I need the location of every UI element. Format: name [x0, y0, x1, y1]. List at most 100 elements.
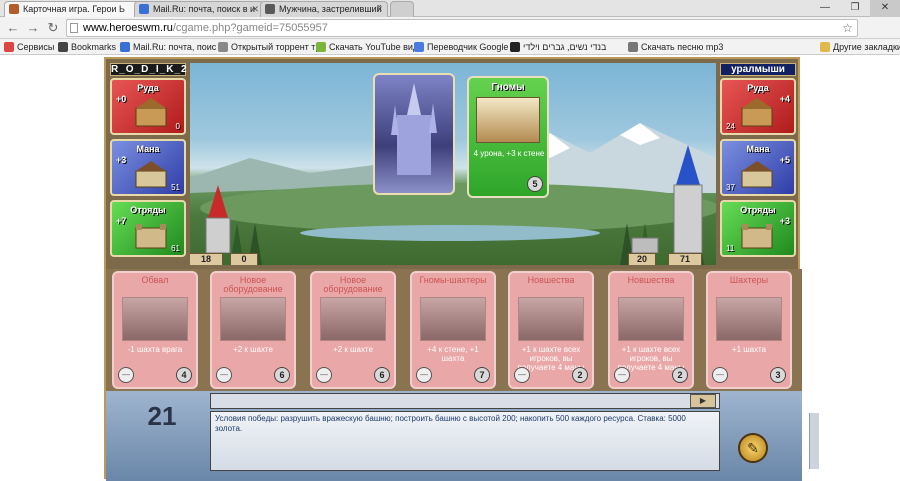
chat-input[interactable]	[210, 393, 720, 409]
resource-amount: 11	[726, 244, 735, 253]
url-field[interactable]: www.heroeswm.ru/cgame.php?gameid=7505595…	[66, 19, 858, 37]
bookmark-youtube[interactable]: Скачать YouTube вид	[316, 41, 418, 53]
reload-icon[interactable]: ↻	[44, 19, 62, 37]
bookmark-mailru[interactable]: Mail.Ru: почта, поис	[120, 41, 216, 53]
bookmark-bookmarks[interactable]: Bookmarks	[58, 41, 116, 53]
bookmark-hebrew[interactable]: בנדי נשים, גברים וילדי	[510, 41, 606, 53]
horse-icon	[9, 4, 19, 14]
battlefield-scene: Гномы 4 урона, +3 к стене 5 18 0 20 71	[190, 63, 716, 265]
discard-button[interactable]: —	[118, 367, 134, 383]
enemy-panel: уралмыши Руда +4 24 Мана +5 37 Отряды +3…	[718, 63, 798, 265]
back-icon[interactable]: ←	[4, 19, 22, 37]
resource-amount: 61	[171, 244, 180, 253]
enemy-name: уралмыши	[720, 63, 796, 76]
hand-card[interactable]: Новшества +1 к шахте всех игроков, вы по…	[508, 271, 594, 389]
discard-button[interactable]: —	[316, 367, 332, 383]
resource-production: +3	[779, 216, 790, 226]
victory-conditions-text: Условия победы: разрушить вражескую башн…	[215, 414, 686, 433]
bookmark-mp3[interactable]: Скачать песню mp3	[628, 41, 723, 53]
player-mana: Мана +3 51	[110, 139, 186, 196]
discard-button[interactable]: —	[416, 367, 432, 383]
help-button[interactable]: ✎	[738, 433, 768, 463]
resource-production: +3	[116, 155, 127, 165]
card-description: +4 к стене, +1 шахта	[427, 345, 479, 363]
magic-building-icon	[135, 161, 167, 188]
enemy-troops: Отряды +3 11	[720, 200, 796, 257]
card-art	[420, 297, 486, 341]
discard-button[interactable]: —	[614, 367, 630, 383]
restore-icon[interactable]: ❐	[840, 0, 870, 17]
player-name: R_O_D_I_K_2	[110, 63, 188, 76]
download-icon	[316, 42, 326, 52]
card-title: Гномы-шахтеры	[419, 275, 487, 285]
minimize-icon[interactable]: —	[810, 0, 840, 17]
bookmark-services[interactable]: Сервисы	[4, 41, 54, 53]
new-tab-button[interactable]	[390, 1, 414, 17]
hand-card[interactable]: Шахтеры +1 шахта — 3	[706, 271, 792, 389]
bookmark-label: Скачать песню mp3	[641, 42, 724, 52]
tab-news[interactable]: Мужчина, застреливший ✕	[260, 1, 388, 17]
hand-card[interactable]: Новое оборудование +2 к шахте — 6	[210, 271, 296, 389]
resource-amount: 37	[726, 183, 735, 192]
enemy-mana: Мана +5 37	[720, 139, 796, 196]
card-cost: 4	[176, 367, 192, 383]
tab-card-game[interactable]: Карточная игра. Герои Ь ✕	[4, 1, 146, 17]
resource-name: Руда	[137, 83, 159, 93]
close-tab-icon[interactable]: ✕	[375, 2, 383, 16]
card-title: Новшества	[527, 275, 575, 285]
discard-button[interactable]: —	[216, 367, 232, 383]
resource-production: +5	[779, 155, 790, 165]
star-icon	[58, 42, 68, 52]
bookmark-translate[interactable]: Переводчик Google	[414, 41, 508, 53]
discard-button[interactable]: —	[514, 367, 530, 383]
apps-icon	[4, 42, 14, 52]
log-scrollbar[interactable]	[809, 413, 819, 469]
folder-icon	[820, 42, 830, 52]
window-controls: — ❐ ✕	[810, 0, 900, 17]
barracks-building-icon	[135, 224, 167, 249]
card-art	[320, 297, 386, 341]
bookmark-star-icon[interactable]: ☆	[842, 20, 853, 36]
game-log: Условия победы: разрушить вражескую башн…	[210, 411, 819, 471]
send-arrow-button[interactable]: ▶	[690, 394, 716, 408]
url-host: www.heroeswm.ru	[83, 22, 173, 34]
player-panel: R_O_D_I_K_2 Руда +0 0 Мана +3 51 Отряды …	[108, 63, 188, 265]
discard-button[interactable]: —	[712, 367, 728, 383]
resource-name: Руда	[747, 83, 769, 93]
bottom-panel: 21 ▶ Условия победы: разрушить вражескую…	[106, 391, 819, 481]
hand-card[interactable]: Обвал -1 шахта врага — 4	[112, 271, 198, 389]
mine-building-icon	[741, 98, 773, 127]
address-toolbar: ← → ↻ www.heroeswm.ru/cgame.php?gameid=7…	[0, 17, 900, 52]
turn-counter: 21	[147, 401, 177, 431]
card-description: +2 к шахте	[333, 345, 373, 354]
card-cost: 2	[672, 367, 688, 383]
hand-card[interactable]: Новое оборудование +2 к шахте — 6	[310, 271, 396, 389]
bookmark-label: Mail.Ru: почта, поис	[133, 42, 217, 52]
bookmark-label: Скачать YouTube вид	[329, 42, 419, 52]
game-board: Гномы 4 урона, +3 к стене 5 18 0 20 71 R…	[104, 57, 819, 481]
card-description: +1 шахта	[731, 345, 767, 354]
card-cost: 3	[770, 367, 786, 383]
resource-name: Отряды	[130, 205, 166, 215]
resource-name: Отряды	[740, 205, 776, 215]
card-art	[618, 297, 684, 341]
bookmark-torrent[interactable]: Открытый торрент тр	[218, 41, 320, 53]
tab-title: Карточная игра. Герои Ь	[23, 4, 125, 14]
forward-icon[interactable]: →	[24, 19, 42, 37]
card-art	[518, 297, 584, 341]
hand-card[interactable]: Новшества +1 к шахте всех игроков, вы по…	[608, 271, 694, 389]
bookmark-label: Переводчик Google	[427, 42, 509, 52]
enemy-tower	[673, 145, 703, 253]
close-window-icon[interactable]: ✕	[870, 0, 900, 17]
page-icon	[218, 42, 228, 52]
resource-amount: 0	[175, 122, 180, 131]
resource-amount: 51	[171, 183, 180, 192]
page-icon	[265, 4, 275, 14]
other-bookmarks[interactable]: Другие закладки	[820, 41, 900, 53]
page-icon	[628, 42, 638, 52]
hand-card[interactable]: Гномы-шахтеры +4 к стене, +1 шахта — 7	[410, 271, 496, 389]
tab-mailru[interactable]: Mail.Ru: почта, поиск в и ✕	[134, 1, 264, 17]
card-description: -1 шахта врага	[127, 345, 183, 354]
close-tab-icon[interactable]: ✕	[251, 2, 259, 16]
bookmark-label: בנדי נשים, גברים וילדי	[523, 42, 607, 52]
